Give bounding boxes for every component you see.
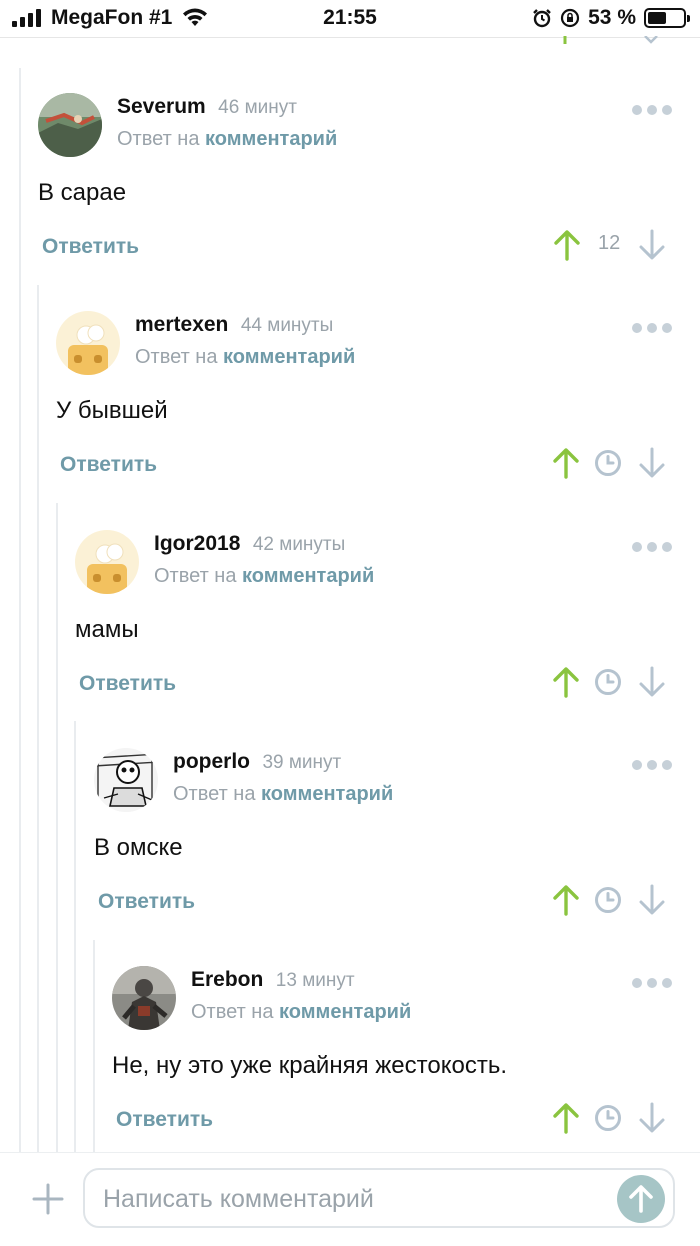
- upvote-icon[interactable]: [552, 447, 580, 479]
- timestamp: 42 минуты: [252, 534, 346, 555]
- reply-to-link[interactable]: комментарий: [205, 128, 337, 150]
- reply-to-prefix: Ответ на: [154, 565, 237, 587]
- reply-to-link[interactable]: комментарий: [223, 346, 355, 368]
- send-button[interactable]: [617, 1175, 665, 1223]
- clock-icon: [595, 887, 621, 913]
- thread-line: [19, 68, 21, 1152]
- reply-to-link[interactable]: комментарий: [242, 565, 374, 587]
- rotation-lock-icon: [561, 8, 580, 28]
- reply-to: Ответ на комментарий: [173, 783, 393, 806]
- avatar[interactable]: [75, 530, 139, 594]
- timestamp: 13 минут: [275, 970, 355, 991]
- author-name[interactable]: Erebon: [191, 968, 263, 991]
- upvote-icon[interactable]: [552, 666, 580, 698]
- avatar[interactable]: [94, 748, 158, 812]
- thread-line: [74, 721, 76, 1152]
- reply-button[interactable]: Ответить: [98, 890, 195, 914]
- upvote-icon[interactable]: [553, 229, 581, 261]
- rating-count: 12: [598, 232, 621, 254]
- author-name[interactable]: Igor2018: [154, 532, 240, 555]
- clock-icon: [595, 1105, 621, 1131]
- more-options-icon[interactable]: [632, 760, 672, 770]
- reply-to-link[interactable]: комментарий: [261, 783, 393, 805]
- reply-to: Ответ на комментарий: [154, 565, 374, 588]
- attach-plus-icon[interactable]: [32, 1183, 64, 1215]
- author-name[interactable]: Severum: [117, 95, 206, 118]
- status-right: 53 %: [532, 6, 690, 30]
- upvote-icon[interactable]: [552, 1102, 580, 1134]
- comment-text: В омске: [94, 834, 183, 861]
- reply-to-prefix: Ответ на: [135, 346, 218, 368]
- comment-input[interactable]: [101, 1170, 605, 1228]
- author-name[interactable]: mertexen: [135, 313, 228, 336]
- comment-composer: [0, 1152, 700, 1246]
- reply-to-link[interactable]: комментарий: [279, 1001, 411, 1023]
- top-divider: [0, 37, 700, 38]
- thread-line: [56, 503, 58, 1152]
- reply-to-prefix: Ответ на: [117, 128, 200, 150]
- downvote-icon[interactable]: [638, 666, 666, 698]
- reply-to-prefix: Ответ на: [173, 783, 256, 805]
- clock-icon: [595, 669, 621, 695]
- comment-input-box[interactable]: [83, 1168, 675, 1228]
- comment-text: мамы: [75, 616, 139, 643]
- reply-button[interactable]: Ответить: [79, 672, 176, 696]
- timestamp: 39 минут: [262, 752, 342, 773]
- battery-icon: [644, 8, 690, 28]
- comment-text: У бывшей: [56, 397, 168, 424]
- avatar[interactable]: [56, 311, 120, 375]
- avatar[interactable]: [112, 966, 176, 1030]
- reply-button[interactable]: Ответить: [116, 1108, 213, 1132]
- downvote-icon[interactable]: [638, 229, 666, 261]
- upvote-icon-partial: [563, 36, 567, 44]
- reply-to: Ответ на комментарий: [191, 1001, 411, 1024]
- upvote-icon[interactable]: [552, 884, 580, 916]
- downvote-icon[interactable]: [638, 1102, 666, 1134]
- avatar[interactable]: [38, 93, 102, 157]
- battery-percent: 53 %: [588, 6, 636, 29]
- reply-to: Ответ на комментарий: [117, 128, 337, 151]
- more-options-icon[interactable]: [632, 105, 672, 115]
- timestamp: 46 минут: [218, 97, 297, 118]
- timestamp: 44 минуты: [240, 315, 334, 336]
- send-arrow-icon: [629, 1185, 653, 1213]
- thread-line: [93, 940, 95, 1152]
- thread-line: [37, 285, 39, 1152]
- comment-text: В сарае: [38, 179, 127, 206]
- downvote-icon[interactable]: [638, 447, 666, 479]
- status-bar: MegaFon #1 21:55 53 %: [0, 0, 700, 38]
- downvote-icon[interactable]: [638, 884, 666, 916]
- author-name[interactable]: poperlo: [173, 750, 250, 773]
- comment-text: Не, ну это уже крайняя жестокость.: [112, 1052, 508, 1079]
- more-options-icon[interactable]: [632, 323, 672, 333]
- alarm-icon: [533, 9, 551, 28]
- more-options-icon[interactable]: [632, 542, 672, 552]
- reply-to-prefix: Ответ на: [191, 1001, 274, 1023]
- downvote-icon-partial: [644, 36, 658, 44]
- clock-icon: [595, 450, 621, 476]
- reply-button[interactable]: Ответить: [42, 235, 139, 259]
- reply-to: Ответ на комментарий: [135, 346, 355, 369]
- reply-button[interactable]: Ответить: [60, 453, 157, 477]
- more-options-icon[interactable]: [632, 978, 672, 988]
